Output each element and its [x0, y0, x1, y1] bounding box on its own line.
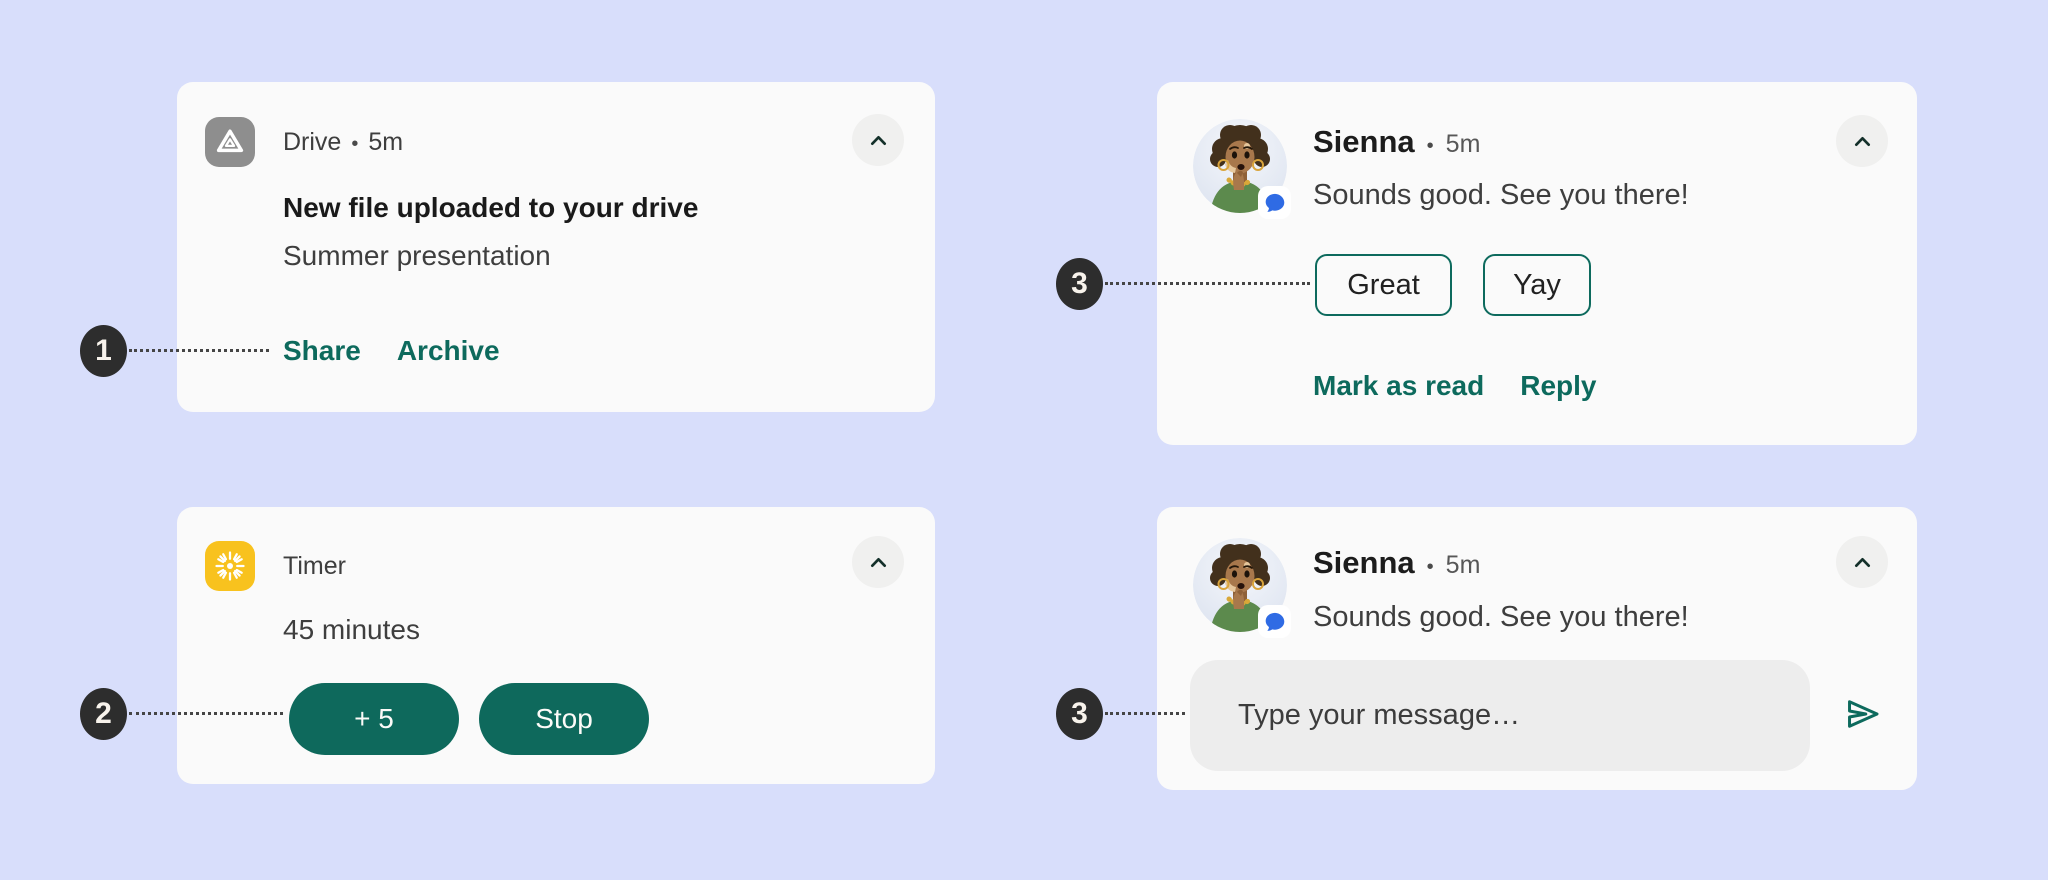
- sunburst-icon: [212, 548, 248, 584]
- drive-triangle-icon: [212, 124, 248, 160]
- notification-header: Drive • 5m: [283, 129, 403, 157]
- drive-notification-card: Drive • 5m New file uploaded to your dri…: [177, 82, 935, 412]
- timer-app-icon: [205, 541, 255, 591]
- annotation-badge-1: 1: [80, 325, 127, 377]
- collapse-button[interactable]: [1836, 115, 1888, 167]
- chevron-up-icon: [1849, 549, 1876, 576]
- message-text: Sounds good. See you there!: [1313, 600, 1689, 634]
- annotation-connector-1: [129, 349, 269, 352]
- notification-body: 45 minutes: [283, 613, 420, 647]
- notification-actions: Mark as read Reply: [1313, 369, 1596, 403]
- smart-reply-great-button[interactable]: Great: [1315, 254, 1452, 316]
- chat-bubble-icon: [1262, 609, 1288, 635]
- timer-notification-card: Timer 45 minutes + 5 Stop: [177, 507, 935, 784]
- notification-actions: Share Archive: [283, 334, 500, 368]
- annotation-connector-3a: [1105, 282, 1310, 285]
- annotation-badge-3: 3: [1056, 688, 1103, 740]
- notification-title: New file uploaded to your drive: [283, 191, 698, 225]
- mark-as-read-action-button[interactable]: Mark as read: [1313, 369, 1484, 403]
- timestamp: 5m: [368, 129, 403, 155]
- message-text: Sounds good. See you there!: [1313, 178, 1689, 212]
- send-button[interactable]: [1840, 691, 1886, 737]
- notification-header: Timer: [283, 553, 346, 579]
- stop-timer-button[interactable]: Stop: [479, 683, 649, 755]
- chat-bubble-icon: [1262, 190, 1288, 216]
- message-notification-card-replies: Sienna • 5m Sounds good. See you there! …: [1157, 82, 1917, 445]
- sender-name: Sienna: [1313, 123, 1415, 161]
- send-icon: [1842, 693, 1884, 735]
- chevron-up-icon: [865, 127, 892, 154]
- annotation-badge-3: 3: [1056, 258, 1103, 310]
- messages-app-badge: [1258, 186, 1291, 219]
- header-separator: •: [1427, 556, 1434, 579]
- header-separator: •: [1427, 135, 1434, 158]
- timer-buttons: + 5 Stop: [289, 683, 649, 755]
- notification-header: Sienna • 5m: [1313, 123, 1480, 161]
- reply-action-button[interactable]: Reply: [1520, 369, 1596, 403]
- share-action-button[interactable]: Share: [283, 334, 361, 368]
- notification-examples-canvas: Drive • 5m New file uploaded to your dri…: [0, 0, 2048, 880]
- chevron-up-icon: [1849, 128, 1876, 155]
- drive-app-icon: [205, 117, 255, 167]
- sender-name: Sienna: [1313, 544, 1415, 582]
- notification-header: Sienna • 5m: [1313, 544, 1480, 582]
- annotation-connector-3b: [1105, 712, 1185, 715]
- message-reply-input[interactable]: [1190, 660, 1810, 771]
- app-name: Timer: [283, 553, 346, 579]
- message-notification-card-input: Sienna • 5m Sounds good. See you there!: [1157, 507, 1917, 790]
- add-five-minutes-button[interactable]: + 5: [289, 683, 459, 755]
- chevron-up-icon: [865, 549, 892, 576]
- annotation-connector-2: [129, 712, 283, 715]
- notification-body: Summer presentation: [283, 239, 551, 273]
- messages-app-badge: [1258, 605, 1291, 638]
- header-separator: •: [351, 131, 358, 157]
- timestamp: 5m: [1446, 130, 1481, 159]
- archive-action-button[interactable]: Archive: [397, 334, 500, 368]
- collapse-button[interactable]: [852, 536, 904, 588]
- smart-reply-yay-button[interactable]: Yay: [1483, 254, 1591, 316]
- app-name: Drive: [283, 129, 341, 155]
- timestamp: 5m: [1446, 551, 1481, 580]
- collapse-button[interactable]: [852, 114, 904, 166]
- smart-reply-buttons: Great Yay: [1315, 254, 1591, 316]
- collapse-button[interactable]: [1836, 536, 1888, 588]
- annotation-badge-2: 2: [80, 688, 127, 740]
